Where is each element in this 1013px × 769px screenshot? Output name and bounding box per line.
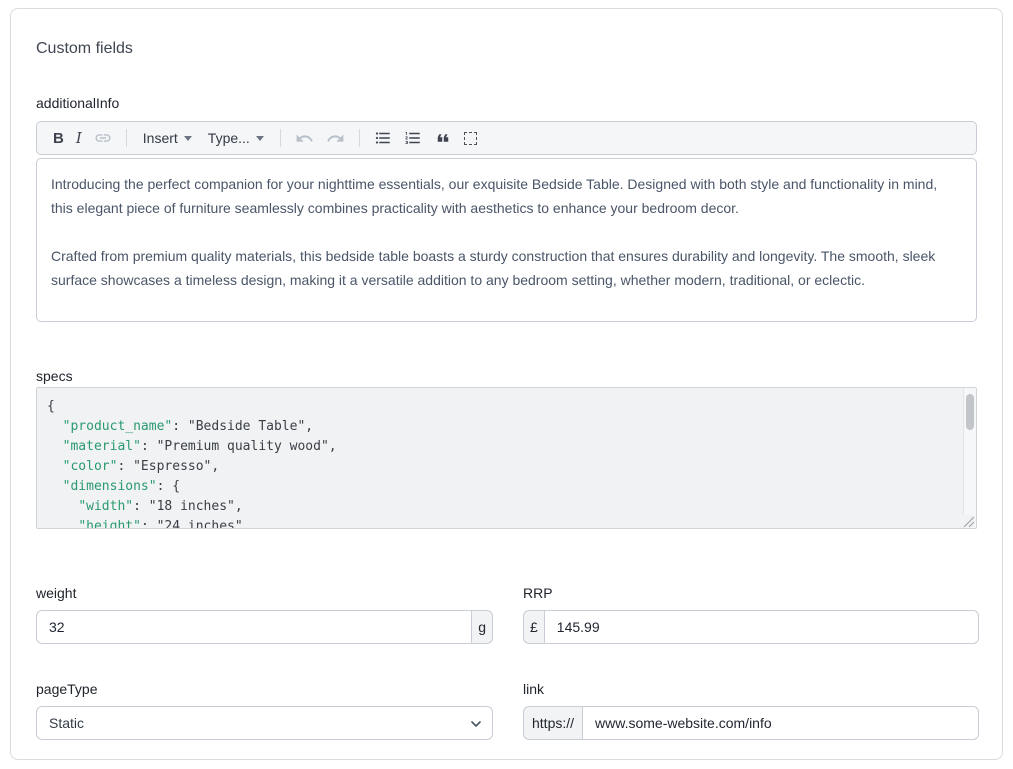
type-dropdown[interactable]: Type...	[200, 124, 272, 152]
weight-unit-addon: g	[471, 610, 493, 644]
dashed-square-icon	[464, 132, 477, 145]
scrollbar[interactable]	[963, 388, 976, 528]
link-input[interactable]	[583, 706, 979, 740]
chevron-down-icon	[184, 136, 192, 141]
bullet-list-button[interactable]	[368, 124, 398, 152]
pagetype-select[interactable]: Static	[36, 706, 493, 740]
specs-label: specs	[36, 369, 977, 383]
rich-text-content[interactable]: Introducing the perfect companion for yo…	[36, 158, 977, 322]
blockquote-button[interactable]	[428, 124, 458, 152]
link-button[interactable]	[88, 124, 118, 152]
toolbar-divider	[359, 129, 360, 147]
weight-input[interactable]	[36, 610, 472, 644]
italic-button[interactable]: I	[70, 124, 88, 152]
undo-icon	[295, 129, 314, 148]
link-label: link	[523, 682, 979, 696]
rrp-label: RRP	[523, 586, 979, 600]
blockquote-icon	[434, 129, 452, 147]
rrp-input[interactable]	[545, 610, 979, 644]
redo-button[interactable]	[320, 124, 351, 152]
bullet-list-icon	[374, 129, 392, 147]
toolbar-divider	[126, 129, 127, 147]
scrollbar-thumb[interactable]	[966, 394, 974, 430]
weight-label: weight	[36, 586, 493, 600]
bold-button[interactable]: B	[47, 124, 70, 152]
editor-paragraph: Introducing the perfect companion for yo…	[51, 172, 962, 220]
redo-icon	[326, 129, 345, 148]
type-dropdown-label: Type...	[208, 130, 250, 146]
numbered-list-icon	[404, 129, 422, 147]
rich-text-toolbar: B I Insert Type...	[36, 121, 977, 155]
currency-addon: £	[523, 610, 545, 644]
code-block-button[interactable]	[458, 124, 483, 152]
resize-handle[interactable]	[963, 515, 975, 527]
chevron-down-icon	[256, 136, 264, 141]
insert-dropdown[interactable]: Insert	[135, 124, 200, 152]
protocol-addon: https://	[523, 706, 583, 740]
specs-code-editor[interactable]: { "product_name": "Bedside Table", "mate…	[36, 387, 977, 529]
custom-fields-card: Custom fields additionalInfo B I Insert …	[10, 8, 1003, 760]
toolbar-divider	[280, 129, 281, 147]
insert-dropdown-label: Insert	[143, 130, 178, 146]
pagetype-label: pageType	[36, 682, 493, 696]
specs-code-content: { "product_name": "Bedside Table", "mate…	[37, 388, 976, 529]
undo-button[interactable]	[289, 124, 320, 152]
link-icon	[94, 129, 112, 147]
numbered-list-button[interactable]	[398, 124, 428, 152]
editor-paragraph: Crafted from premium quality materials, …	[51, 244, 962, 292]
page-title: Custom fields	[36, 39, 977, 58]
additionalinfo-label: additionalInfo	[36, 96, 977, 110]
